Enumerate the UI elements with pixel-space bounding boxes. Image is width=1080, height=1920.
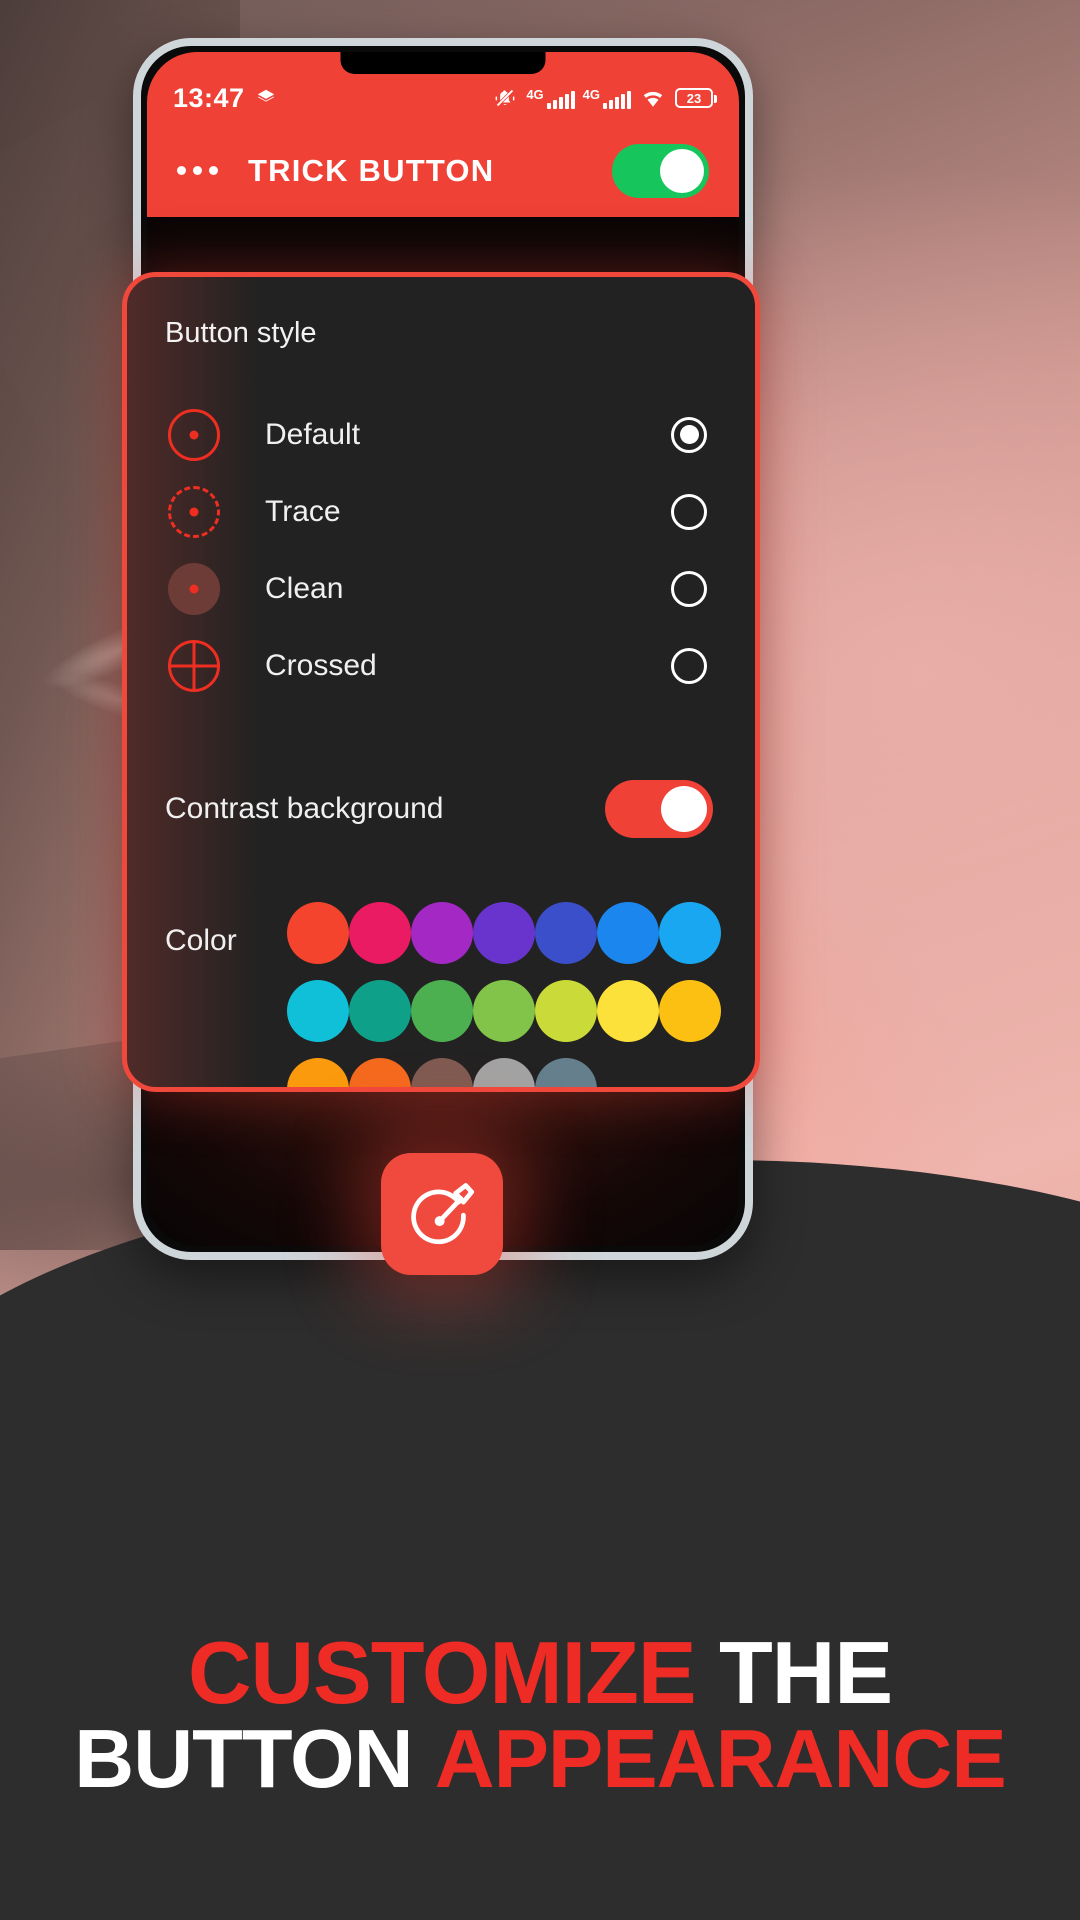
app-bar: TRICK BUTTON	[147, 124, 739, 217]
style-option-trace[interactable]: Trace	[165, 473, 717, 550]
color-swatch-12[interactable]	[597, 980, 659, 1042]
button-style-dialog: Button style Default Trace Clean Crossed…	[122, 272, 760, 1092]
radio-trace[interactable]	[671, 493, 707, 530]
color-swatch-2[interactable]	[411, 902, 473, 964]
color-swatch-empty-19	[597, 1058, 659, 1087]
background-bottom-curve	[0, 1160, 1080, 1920]
headline-line-1: CUSTOMIZE THE	[0, 1627, 1080, 1718]
style-option-crossed[interactable]: Crossed	[165, 627, 717, 704]
color-swatch-11[interactable]	[535, 980, 597, 1042]
color-swatch-17[interactable]	[473, 1058, 535, 1087]
overflow-menu-icon[interactable]	[177, 166, 218, 175]
wifi-icon	[643, 91, 663, 107]
layers-icon	[257, 89, 274, 102]
color-swatch-3[interactable]	[473, 902, 535, 964]
dialog-content: Button style Default Trace Clean Crossed…	[127, 277, 755, 1087]
radio-default[interactable]	[671, 416, 707, 453]
color-swatch-1[interactable]	[349, 902, 411, 964]
contrast-background-label: Contrast background	[165, 792, 444, 825]
network-label-2: 4G	[582, 86, 600, 102]
color-swatch-empty-20	[659, 1058, 721, 1087]
crosshair-pencil-icon	[411, 1183, 475, 1245]
color-section: Color	[165, 902, 721, 1087]
color-swatch-16[interactable]	[411, 1058, 473, 1087]
contrast-background-row[interactable]: Contrast background	[165, 778, 717, 840]
headline-word-button: BUTTON	[74, 1712, 413, 1806]
style-option-clean[interactable]: Clean	[165, 550, 717, 627]
network-label-1: 4G	[526, 86, 544, 102]
page-title: TRICK BUTTON	[248, 152, 495, 188]
signal-4g-icon-2: 4G	[583, 88, 631, 109]
color-swatch-15[interactable]	[349, 1058, 411, 1087]
color-swatch-14[interactable]	[287, 1058, 349, 1087]
contrast-toggle-knob	[661, 786, 707, 832]
signal-4g-icon: 4G	[526, 86, 575, 109]
headline-word-appearance: APPEARANCE	[434, 1712, 1007, 1806]
color-swatch-8[interactable]	[349, 980, 411, 1042]
color-swatch-7[interactable]	[287, 980, 349, 1042]
color-label: Color	[165, 924, 237, 957]
ring-dashed-dot-icon	[167, 485, 221, 539]
color-swatch-10[interactable]	[473, 980, 535, 1042]
button-style-list: Default Trace Clean Crossed	[165, 396, 717, 704]
master-toggle-knob	[660, 148, 704, 193]
color-swatch-13[interactable]	[659, 980, 721, 1042]
color-swatch-6[interactable]	[659, 902, 721, 964]
button-style-title: Button style	[165, 317, 317, 349]
ring-solid-dot-icon	[167, 408, 221, 462]
radio-clean[interactable]	[671, 570, 707, 607]
disc-muted-dot-icon	[167, 562, 221, 616]
ring-crosshair-icon	[167, 639, 221, 693]
color-swatch-0[interactable]	[287, 902, 349, 964]
signal-bars-1	[546, 90, 575, 109]
mute-bell-icon	[495, 89, 515, 107]
battery-level: 23	[686, 90, 702, 106]
style-option-label: Default	[265, 417, 361, 451]
trick-button-app-icon[interactable]	[381, 1153, 503, 1275]
status-bar-left: 13:47	[173, 83, 277, 114]
color-swatch-18[interactable]	[535, 1058, 597, 1087]
style-option-default[interactable]: Default	[165, 396, 717, 473]
headline: CUSTOMIZE THE BUTTON APPEARANCE	[0, 1627, 1080, 1802]
headline-word-the: THE	[719, 1622, 893, 1722]
signal-bars-2	[603, 90, 631, 109]
headline-line-2: BUTTON APPEARANCE	[0, 1717, 1080, 1802]
phone-notch	[340, 52, 546, 74]
color-swatch-9[interactable]	[411, 980, 473, 1042]
battery-icon: 23	[675, 88, 717, 108]
master-power-toggle[interactable]	[612, 143, 709, 198]
style-option-label: Trace	[265, 494, 341, 528]
contrast-background-toggle[interactable]	[605, 780, 713, 838]
app-header: 13:47 4G 4G 23 TRICK BUTTON	[147, 52, 739, 217]
status-bar: 13:47 4G 4G 23	[147, 78, 739, 118]
color-swatch-4[interactable]	[535, 902, 597, 964]
style-option-label: Clean	[265, 571, 344, 605]
style-option-label: Crossed	[265, 648, 377, 682]
radio-crossed[interactable]	[671, 647, 707, 684]
headline-word-customize: CUSTOMIZE	[187, 1622, 697, 1722]
color-swatch-5[interactable]	[597, 902, 659, 964]
color-swatch-grid	[287, 902, 721, 1087]
status-bar-right: 4G 4G 23	[492, 86, 717, 110]
status-clock: 13:47	[173, 82, 245, 113]
